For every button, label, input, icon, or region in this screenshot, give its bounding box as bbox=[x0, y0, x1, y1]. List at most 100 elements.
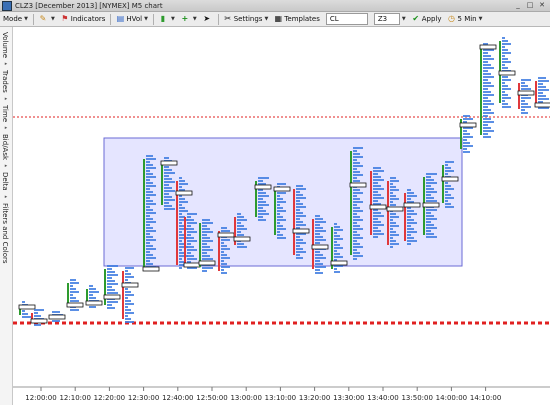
volume-profile-row bbox=[187, 213, 197, 215]
sidebar-item-delta[interactable]: Delta bbox=[1, 172, 9, 191]
volume-profile-row bbox=[277, 210, 286, 212]
volume-profile-row bbox=[353, 219, 363, 221]
expand-arrow-icon: ▸ bbox=[3, 193, 9, 200]
volume-profile-row bbox=[390, 195, 396, 197]
hvol-label: HVol bbox=[126, 15, 143, 23]
x-tick-label: 13:50:00 bbox=[401, 394, 432, 402]
volume-profile-row bbox=[296, 185, 303, 187]
volume-profile-row bbox=[277, 213, 280, 215]
volume-profile-row bbox=[70, 309, 79, 311]
poc-box bbox=[479, 44, 497, 50]
volume-profile-row bbox=[164, 184, 169, 186]
volume-profile-row bbox=[426, 212, 431, 214]
volume-profile-row bbox=[146, 233, 150, 235]
maximize-icon[interactable]: □ bbox=[524, 0, 536, 10]
volume-profile-row bbox=[407, 243, 411, 245]
volume-profile-row bbox=[315, 221, 326, 223]
histogram-icon: ▤ bbox=[116, 14, 125, 23]
volume-profile-row bbox=[258, 180, 263, 182]
volume-profile-row bbox=[538, 98, 549, 100]
volume-profile-row bbox=[483, 112, 494, 114]
sidebar-item-volume[interactable]: Volume bbox=[1, 32, 9, 58]
volume-profile-row bbox=[426, 236, 437, 238]
settings-menu[interactable]: ✂ Settings ▼ bbox=[221, 13, 272, 25]
volume-profile-row bbox=[502, 85, 508, 87]
volume-profile-row bbox=[390, 183, 393, 185]
volume-profile-row bbox=[164, 157, 169, 159]
volume-profile-row bbox=[146, 218, 153, 220]
volume-profile-row bbox=[146, 257, 156, 259]
volume-profile-row bbox=[107, 292, 118, 294]
sidebar-item-time[interactable]: Time bbox=[1, 105, 9, 122]
minimize-icon[interactable]: _ bbox=[512, 0, 524, 10]
volume-profile-row bbox=[353, 201, 363, 203]
preset-value[interactable]: Z3 bbox=[373, 13, 400, 25]
apply-button[interactable]: ✔ Apply bbox=[409, 13, 445, 25]
chevron-down-icon: ▼ bbox=[171, 16, 175, 22]
volume-profile-row bbox=[202, 270, 207, 272]
hvol-menu[interactable]: ▤ HVol ▼ bbox=[113, 13, 151, 25]
volume-profile-row bbox=[202, 252, 207, 254]
volume-profile-row bbox=[445, 197, 454, 199]
volume-profile-row bbox=[179, 258, 182, 260]
volume-profile-row bbox=[426, 188, 434, 190]
footprint-chart[interactable]: 12:00:00 12:10:00 12:20:00 12:30:00 12:40:00… bbox=[13, 27, 550, 405]
sidebar-item-trades[interactable]: Trades bbox=[1, 70, 9, 93]
volume-profile-row bbox=[277, 183, 286, 185]
pencil-menu[interactable]: ✎ ▼ bbox=[36, 13, 58, 25]
volume-profile-row bbox=[390, 228, 393, 230]
indicators-button[interactable]: ⚑ Indicators bbox=[58, 13, 109, 25]
chevron-down-icon: ▼ bbox=[401, 16, 406, 22]
bar-style-menu[interactable]: ▮ ▼ bbox=[156, 13, 178, 25]
volume-profile-row bbox=[538, 89, 549, 91]
volume-profile-row bbox=[146, 185, 156, 187]
volume-profile-row bbox=[373, 185, 381, 187]
volume-profile-row bbox=[373, 197, 384, 199]
volume-profile-row bbox=[483, 118, 491, 120]
volume-profile-row bbox=[407, 222, 417, 224]
x-tick-label: 13:00:00 bbox=[230, 394, 261, 402]
volume-profile-row bbox=[179, 246, 188, 248]
volume-profile-row bbox=[164, 202, 169, 204]
poc-box bbox=[311, 244, 329, 250]
separator bbox=[32, 13, 34, 25]
volume-profile-row bbox=[463, 118, 473, 120]
sidebar-item-bid-ask[interactable]: Bid/Ask bbox=[1, 134, 9, 160]
volume-profile-row bbox=[353, 216, 360, 218]
volume-profile-row bbox=[445, 206, 454, 208]
volume-profile-row bbox=[315, 218, 323, 220]
volume-profile-row bbox=[353, 192, 363, 194]
volume-profile-row bbox=[146, 176, 156, 178]
volume-profile-row bbox=[315, 251, 320, 253]
volume-profile-row bbox=[202, 267, 213, 269]
volume-profile-row bbox=[146, 200, 153, 202]
volume-profile-row bbox=[179, 237, 188, 239]
volume-profile-row bbox=[502, 91, 505, 93]
sidebar-item-filters-and-colors[interactable]: Filters and Colors bbox=[1, 203, 9, 264]
volume-profile-row bbox=[164, 172, 175, 174]
volume-profile-row bbox=[164, 169, 172, 171]
volume-profile-row bbox=[221, 227, 227, 229]
volume-profile-row bbox=[483, 79, 488, 81]
volume-profile-row bbox=[89, 288, 96, 290]
volume-profile-row bbox=[390, 225, 399, 227]
templates-button[interactable]: ▦ Templates bbox=[271, 13, 323, 25]
volume-profile-row bbox=[258, 195, 269, 197]
mode-menu[interactable]: Mode ▼ bbox=[0, 13, 31, 25]
close-icon[interactable]: ✕ bbox=[536, 0, 548, 10]
pointer-icon: ➤ bbox=[203, 14, 211, 23]
volume-profile-row bbox=[296, 197, 306, 199]
symbol-field[interactable]: CL bbox=[323, 13, 371, 25]
volume-profile-row bbox=[521, 88, 531, 90]
symbol-input[interactable]: CL bbox=[325, 13, 368, 25]
preset-select[interactable]: Z3 ▼ bbox=[371, 13, 409, 25]
poc-box bbox=[66, 302, 84, 308]
pointer-button[interactable]: ➤ bbox=[200, 13, 216, 25]
crosshair-menu[interactable]: + ▼ bbox=[178, 13, 200, 25]
volume-profile-row bbox=[483, 52, 488, 54]
volume-profile-row bbox=[407, 189, 411, 191]
volume-profile-row bbox=[277, 201, 286, 203]
timeframe-menu[interactable]: ◷ 5 Min ▼ bbox=[445, 13, 486, 25]
mode-label: Mode bbox=[3, 15, 23, 23]
volume-profile-row bbox=[277, 237, 286, 239]
